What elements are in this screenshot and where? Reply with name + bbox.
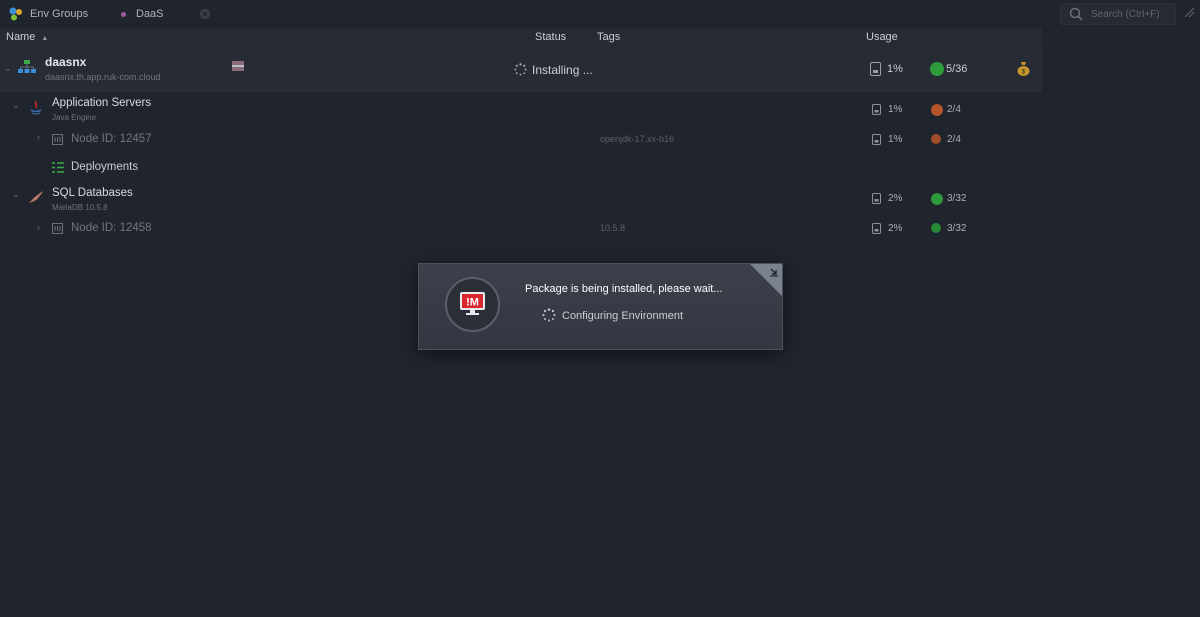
column-header: Name ▲ Status Tags Usage (0, 28, 1042, 46)
chevron-right-icon[interactable]: › (37, 222, 40, 232)
node-label: Node ID: 12457 (71, 133, 152, 145)
column-tags[interactable]: Tags (597, 28, 620, 46)
deployments-row[interactable]: Deployments (0, 156, 1042, 180)
group-subtitle: Java Engine (52, 113, 97, 122)
billing-bag-icon[interactable]: $ (1017, 61, 1030, 76)
mariadb-icon (28, 191, 43, 203)
tab-daas[interactable]: DaaS (121, 0, 164, 28)
env-groups-label: Env Groups (30, 8, 89, 20)
install-step: Configuring Environment (562, 310, 684, 322)
node-groups: ⌄ Application Servers Java Engine 1% 2/4… (0, 92, 1042, 244)
node-usage: 2% (888, 223, 903, 234)
environment-usage: 1% (887, 63, 903, 75)
cloudlets-status-icon (931, 104, 943, 116)
node-tag: openjdk-17.xx-b16 (600, 134, 675, 144)
daas-dot-icon (121, 11, 126, 17)
logo-text: !M (466, 297, 479, 309)
environment-domain[interactable]: daasnx.th.app.ruk-com.cloud (45, 72, 161, 82)
chevron-down-icon[interactable]: ⌄ (12, 100, 20, 111)
deployments-icon (52, 162, 64, 173)
node-row-12458[interactable]: › Node ID: 12458 10.5.8 2% 3/32 (0, 216, 1042, 242)
env-groups-icon (9, 7, 22, 21)
column-name[interactable]: Name ▲ (6, 28, 48, 46)
install-progress-dialog: !M Package is being installed, please wa… (418, 263, 783, 350)
group-usage: 1% (888, 104, 903, 115)
cloudlets-status-icon (931, 223, 941, 233)
region-flag-icon (232, 61, 244, 71)
disk-usage-icon (872, 104, 881, 115)
chevron-down-icon[interactable]: ⌄ (12, 189, 20, 200)
cloudlets-status-icon (931, 134, 941, 144)
node-usage: 1% (888, 134, 903, 145)
loading-spinner-icon (514, 63, 527, 76)
sort-asc-icon: ▲ (41, 35, 49, 42)
group-cloudlets: 2/4 (947, 104, 961, 115)
java-icon (30, 100, 42, 115)
cloudlets-status-icon (931, 193, 943, 205)
group-row-application-servers[interactable]: ⌄ Application Servers Java Engine 1% 2/4 (0, 92, 1042, 122)
group-title: Application Servers (52, 97, 152, 109)
monitor-logo-icon: !M (460, 292, 485, 315)
loading-spinner-icon (542, 308, 556, 322)
search-input[interactable] (1089, 7, 1173, 21)
node-tag: 10.5.8 (600, 223, 626, 233)
environment-cloudlets: 5/36 (946, 63, 968, 75)
group-cloudlets: 3/32 (947, 193, 967, 204)
resize-handle-icon[interactable] (1183, 6, 1195, 21)
column-usage[interactable]: Usage (866, 28, 898, 46)
group-usage: 2% (888, 193, 903, 204)
minimize-icon (770, 268, 778, 277)
environment-status: Installing ... (532, 63, 593, 77)
env-groups-button[interactable]: Env Groups (8, 0, 88, 28)
disk-usage-icon (870, 62, 881, 76)
add-tab-button[interactable] (199, 0, 211, 28)
search-box (1060, 3, 1176, 25)
group-subtitle: MariaDB 10.5.8 (52, 203, 108, 212)
chevron-right-icon[interactable]: › (37, 132, 40, 142)
group-row-sql-databases[interactable]: ⌄ SQL Databases MariaDB 10.5.8 2% 3/32 (0, 182, 1042, 212)
node-label: Node ID: 12458 (71, 222, 152, 234)
minimize-dialog-button[interactable] (750, 264, 782, 296)
package-logo: !M (445, 277, 500, 332)
deployments-label: Deployments (71, 161, 139, 173)
cloudlets-status-icon (930, 62, 944, 76)
chevron-down-icon[interactable]: ⌄ (4, 63, 12, 74)
disk-usage-icon (872, 193, 881, 204)
column-name-label: Name (6, 31, 36, 43)
node-icon (52, 223, 63, 234)
daas-label: DaaS (136, 8, 164, 20)
group-title: SQL Databases (52, 187, 133, 199)
node-cloudlets: 3/32 (947, 223, 967, 234)
close-tab-icon (200, 9, 210, 19)
disk-usage-icon (872, 134, 881, 145)
environment-name[interactable]: daasnx (45, 55, 86, 69)
node-cloudlets: 2/4 (947, 134, 961, 145)
environment-row[interactable]: ⌄ daasnx daasnx.th.app.ruk-com.cloud Ins… (0, 46, 1042, 92)
top-bar: Env Groups DaaS (0, 0, 1200, 28)
search-icon (1069, 7, 1083, 21)
environment-topology-icon (18, 60, 36, 73)
disk-usage-icon (872, 223, 881, 234)
node-row-12457[interactable]: › Node ID: 12457 openjdk-17.xx-b16 1% 2/… (0, 126, 1042, 152)
node-icon (52, 134, 63, 145)
column-status[interactable]: Status (535, 28, 566, 46)
install-message: Package is being installed, please wait.… (525, 283, 723, 295)
